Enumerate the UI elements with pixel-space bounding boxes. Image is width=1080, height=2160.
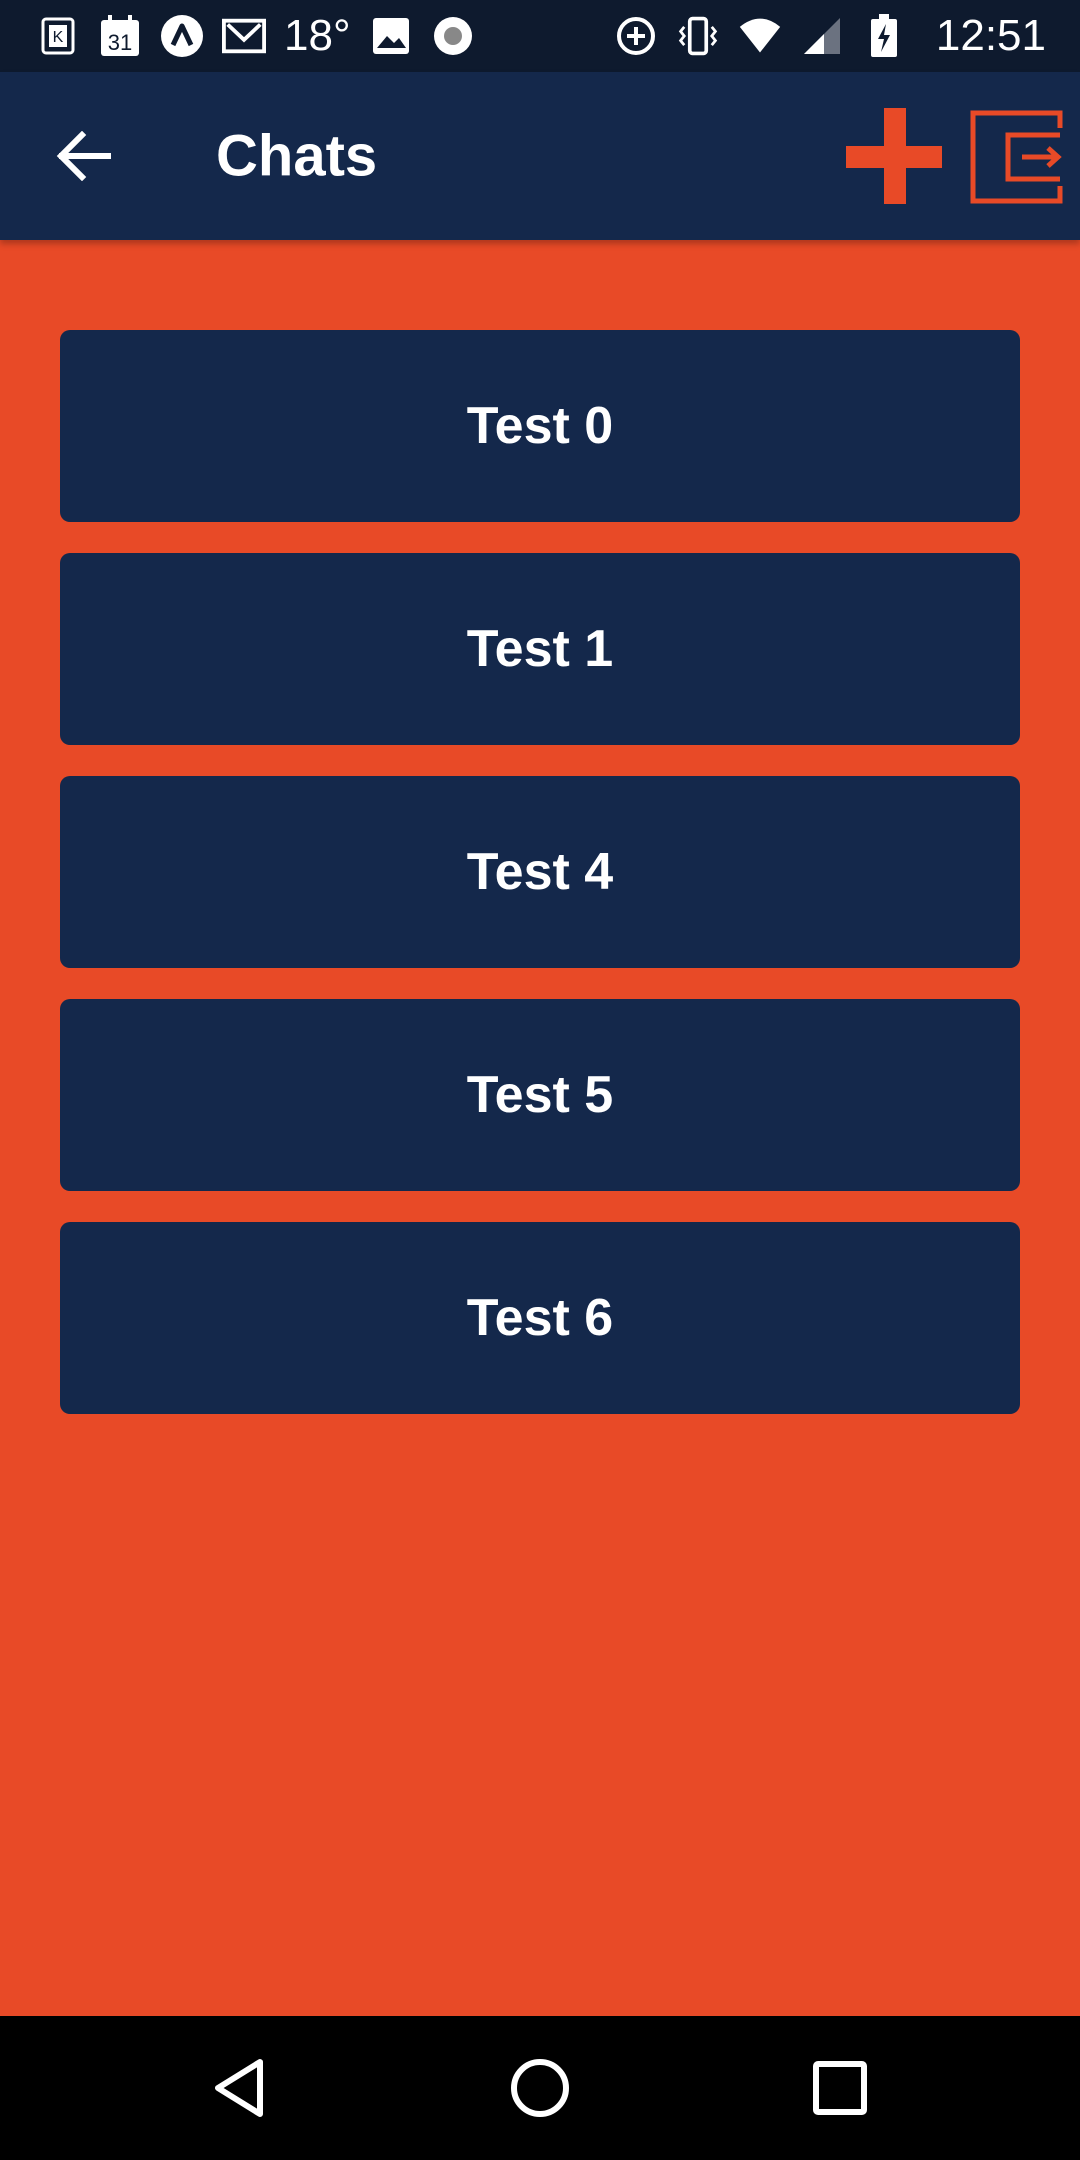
nav-back-button[interactable] xyxy=(204,2052,276,2124)
chat-label: Test 6 xyxy=(466,1289,614,1347)
calendar-icon: 31 xyxy=(98,14,142,58)
temperature: 18° xyxy=(284,11,351,60)
signal-icon xyxy=(800,14,844,58)
logout-icon xyxy=(970,110,1063,204)
chat-item[interactable]: Test 0 xyxy=(60,330,1020,522)
k-app-icon: K xyxy=(36,14,80,58)
chat-item[interactable]: Test 5 xyxy=(60,999,1020,1191)
battery-charging-icon xyxy=(862,14,906,58)
record-icon xyxy=(431,14,475,58)
wifi-icon xyxy=(738,14,782,58)
page-title: Chats xyxy=(216,123,378,189)
circle-home-icon xyxy=(511,2059,569,2117)
logout-button[interactable] xyxy=(970,110,1064,204)
calendar-day: 31 xyxy=(108,30,132,55)
add-chat-button[interactable] xyxy=(844,106,944,206)
chat-item[interactable]: Test 6 xyxy=(60,1222,1020,1414)
clock: 12:51 xyxy=(935,11,1046,60)
triangle-back-icon xyxy=(215,2059,263,2117)
vibrate-icon xyxy=(676,14,720,58)
chat-label: Test 0 xyxy=(466,397,614,455)
chat-label: Test 1 xyxy=(466,620,614,678)
arrow-back-icon xyxy=(56,131,111,181)
chat-label: Test 5 xyxy=(466,1066,614,1124)
square-recents-icon xyxy=(813,2061,867,2115)
image-icon xyxy=(369,14,413,58)
app-bar: Chats xyxy=(0,72,1080,240)
chat-item[interactable]: Test 1 xyxy=(60,553,1020,745)
back-button[interactable] xyxy=(42,114,126,198)
nav-recents-button[interactable] xyxy=(804,2052,876,2124)
data-saver-icon xyxy=(614,14,658,58)
gmail-icon xyxy=(222,14,266,58)
chat-label: Test 4 xyxy=(466,843,614,901)
app-logo-icon xyxy=(160,14,204,58)
status-bar: K 31 18° 12:51 xyxy=(0,0,1080,72)
status-left: K 31 18° xyxy=(36,11,475,61)
plus-icon xyxy=(846,108,942,204)
nav-home-button[interactable] xyxy=(504,2052,576,2124)
chat-item[interactable]: Test 4 xyxy=(60,776,1020,968)
navigation-bar xyxy=(0,2016,1080,2160)
chat-list: Test 0 Test 1 Test 4 Test 5 Test 6 xyxy=(60,330,1020,1445)
svg-text:K: K xyxy=(53,29,64,46)
status-right: 12:51 xyxy=(614,11,1046,61)
